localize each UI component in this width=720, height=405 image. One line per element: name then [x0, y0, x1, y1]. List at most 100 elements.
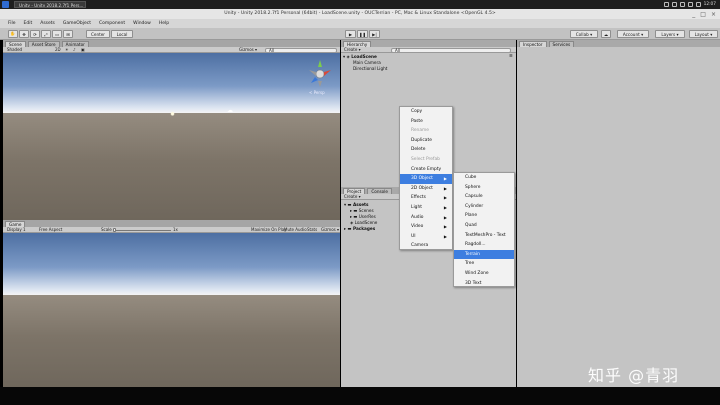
- scene-options-icon[interactable]: ≡: [509, 54, 513, 59]
- menu-item-effects[interactable]: Effects ▶: [400, 193, 452, 203]
- menu-item-delete[interactable]: Delete: [400, 145, 452, 155]
- project-loadscene-asset[interactable]: ◈ LoadScene: [350, 220, 377, 225]
- scale-tool-icon[interactable]: ⤢: [41, 30, 51, 38]
- rect-tool-icon[interactable]: ▭: [52, 30, 62, 38]
- submenu-item-label: Wind Zone: [465, 271, 489, 276]
- pivot-center-toggle[interactable]: Center: [86, 30, 110, 38]
- submenu-item-label: TextMeshPro - Text: [465, 232, 506, 238]
- menu-item-light[interactable]: Light ▶: [400, 203, 452, 213]
- project-scenes-folder[interactable]: ▸ ▬ Scenes: [350, 208, 374, 213]
- menu-item-label: Create Empty: [411, 166, 442, 172]
- tab-inspector[interactable]: Inspector: [519, 41, 547, 47]
- submenu-item-cube[interactable]: Cube: [454, 173, 514, 183]
- camera-gizmo-icon[interactable]: ☁: [227, 107, 233, 114]
- persp-label[interactable]: < Persp: [309, 90, 325, 95]
- submenu-item-3d-text[interactable]: 3D Text: [454, 279, 514, 289]
- menu-item-select-prefab[interactable]: Select Prefab: [400, 155, 452, 165]
- hierarchy-create-dropdown[interactable]: Create ▾: [344, 47, 361, 53]
- project-userres-folder[interactable]: ▸ ▬ UserRes: [350, 214, 376, 219]
- hierarchy-item-main-camera[interactable]: Main Camera: [353, 60, 381, 65]
- hierarchy-search-input[interactable]: All: [391, 47, 511, 53]
- directional-light-icon[interactable]: ✹: [170, 111, 175, 118]
- scale-slider[interactable]: [113, 229, 171, 231]
- submenu-item-quad[interactable]: Quad: [454, 221, 514, 231]
- menu-item-audio[interactable]: Audio ▶: [400, 213, 452, 223]
- menu-item-label: 2D Object: [411, 185, 433, 191]
- menu-item-label: Camera: [411, 243, 429, 249]
- taskbar-unity-button[interactable]: Unity - Unity 2018.2.7f1 Pers...: [14, 1, 86, 8]
- menu-component[interactable]: Component: [99, 19, 125, 28]
- account-dropdown[interactable]: Account ▾: [617, 30, 649, 38]
- menu-item-label: Rename: [411, 128, 430, 134]
- volume-icon[interactable]: [687, 2, 693, 7]
- submenu-item-textmeshpro[interactable]: TextMeshPro - Text: [454, 231, 514, 241]
- transform-tool-icon[interactable]: ⊞: [63, 30, 73, 38]
- submenu-item-label: Ragdoll...: [465, 242, 486, 248]
- window-titlebar: Unity - Unity 2018.2.7f1 Personal (64bit…: [0, 9, 720, 19]
- hierarchy-item-directional-light[interactable]: Directional Light: [353, 66, 387, 71]
- hierarchy-tabbar: Hierarchy: [341, 40, 516, 47]
- scene-root-row[interactable]: ▾ ◈ LoadScene: [343, 54, 377, 59]
- submenu-item-wind-zone[interactable]: Wind Zone: [454, 269, 514, 279]
- submenu-item-sphere[interactable]: Sphere: [454, 183, 514, 193]
- collab-dropdown[interactable]: Collab ▾: [570, 30, 598, 38]
- menu-help[interactable]: Help: [159, 19, 169, 28]
- move-tool-icon[interactable]: ✥: [19, 30, 29, 38]
- wifi-icon[interactable]: [679, 2, 685, 7]
- submenu-item-capsule[interactable]: Capsule: [454, 192, 514, 202]
- menu-item-rename[interactable]: Rename: [400, 126, 452, 136]
- project-assets-folder[interactable]: ▾ ▬ Assets: [344, 202, 369, 207]
- submenu-item-tree[interactable]: Tree: [454, 259, 514, 269]
- submenu-arrow-icon: ▶: [443, 205, 447, 210]
- scene-ground: [3, 113, 340, 220]
- hierarchy-toolbar: Create ▾ All: [341, 47, 516, 53]
- local-label: Local: [116, 31, 128, 37]
- menu-item-camera[interactable]: Camera: [400, 241, 452, 251]
- rotate-tool-icon[interactable]: ⟳: [30, 30, 40, 38]
- clock[interactable]: 12:07: [704, 2, 716, 7]
- window-title: Unity - Unity 2018.2.7f1 Personal (64bit…: [224, 11, 496, 16]
- play-icon[interactable]: ▶: [345, 30, 356, 38]
- axis-gizmo-icon[interactable]: [303, 57, 337, 91]
- menu-item-duplicate[interactable]: Duplicate: [400, 136, 452, 146]
- submenu-item-ragdoll[interactable]: Ragdoll...: [454, 240, 514, 250]
- tray-icon[interactable]: [671, 2, 677, 7]
- pause-icon[interactable]: ❚❚: [357, 30, 368, 38]
- os-taskbar: Unity - Unity 2018.2.7f1 Pers... 12:07: [0, 0, 720, 9]
- menu-edit[interactable]: Edit: [24, 19, 33, 28]
- menu-item-paste[interactable]: Paste: [400, 117, 452, 127]
- menu-item-copy[interactable]: Copy: [400, 107, 452, 117]
- project-create-dropdown[interactable]: Create ▾: [344, 194, 361, 200]
- scene-tabbar: Scene Asset Store Animator: [3, 40, 340, 47]
- cloud-icon[interactable]: ☁: [601, 30, 611, 38]
- layers-dropdown[interactable]: Layers ▾: [655, 30, 685, 38]
- menu-gameobject[interactable]: GameObject: [63, 19, 91, 28]
- submenu-arrow-icon: ▶: [443, 224, 447, 230]
- submenu-item-cylinder[interactable]: Cylinder: [454, 202, 514, 212]
- scene-search-input[interactable]: All: [265, 47, 337, 53]
- tab-services[interactable]: Services: [548, 41, 575, 47]
- menu-item-label: Light: [411, 205, 422, 210]
- start-menu-icon[interactable]: [2, 1, 9, 8]
- menu-item-create-empty[interactable]: Create Empty: [400, 165, 452, 175]
- scale-slider-handle[interactable]: [113, 228, 116, 232]
- menu-item-2d-object[interactable]: 2D Object ▶: [400, 184, 452, 194]
- tray-icon[interactable]: [663, 2, 669, 7]
- submenu-item-plane[interactable]: Plane: [454, 211, 514, 221]
- project-packages-folder[interactable]: ▸ ▬ Packages: [344, 226, 375, 231]
- submenu-item-terrain[interactable]: Terrain: [454, 249, 514, 260]
- inspector-tabbar: Inspector Services: [517, 40, 720, 47]
- scene-panel: Scene Asset Store Animator Shaded 2D ☀ ♪…: [3, 40, 340, 220]
- menu-item-video[interactable]: Video ▶: [400, 222, 452, 232]
- menu-file[interactable]: File: [8, 19, 16, 28]
- step-icon[interactable]: ▶|: [369, 30, 380, 38]
- menu-item-ui[interactable]: UI ▶: [400, 232, 452, 242]
- hand-tool-icon[interactable]: ✋: [8, 30, 18, 38]
- battery-icon[interactable]: [695, 2, 701, 7]
- global-local-toggle[interactable]: Local: [111, 30, 133, 38]
- menu-item-3d-object[interactable]: 3D Object ▶: [400, 174, 452, 184]
- menu-assets[interactable]: Assets: [40, 19, 55, 28]
- submenu-arrow-icon: ▶: [443, 185, 447, 191]
- layout-dropdown[interactable]: Layout ▾: [689, 30, 718, 38]
- menu-window[interactable]: Window: [133, 19, 151, 28]
